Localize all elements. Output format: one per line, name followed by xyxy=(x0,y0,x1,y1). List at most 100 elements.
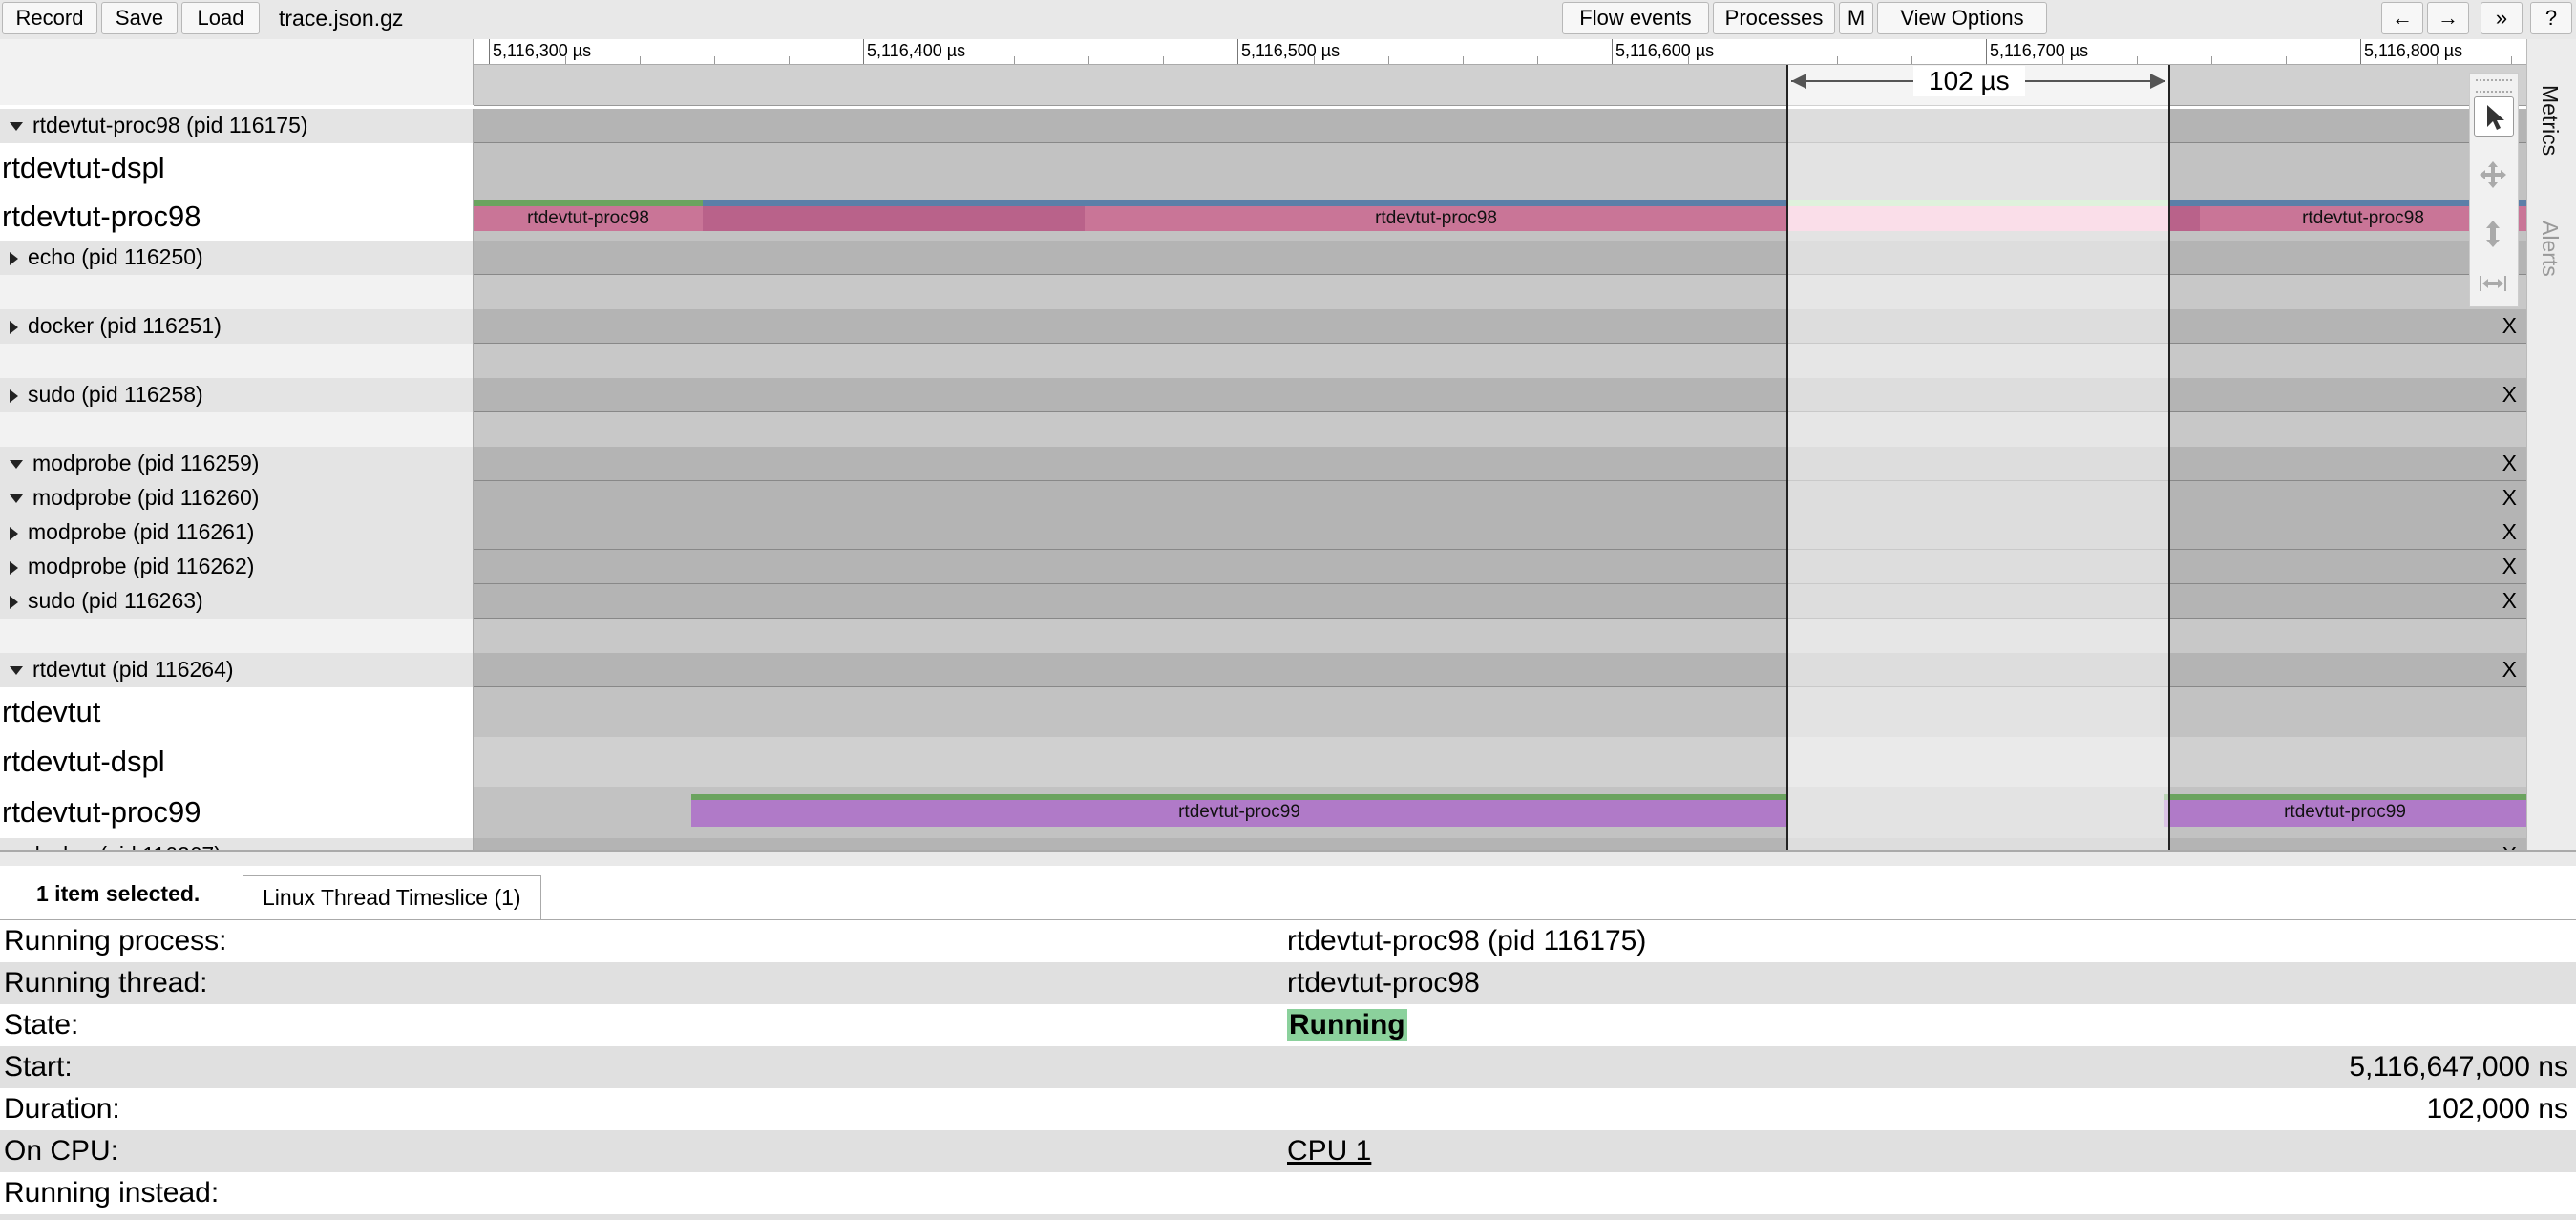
thread-label: rtdevtut-dspl xyxy=(0,737,474,787)
close-icon[interactable]: X xyxy=(2502,838,2517,850)
ruler-spacer xyxy=(0,39,474,105)
selection-boundary[interactable] xyxy=(1786,105,1788,850)
ruler-label: 5,116,800 µs xyxy=(2364,41,2463,60)
timing-mode-button[interactable] xyxy=(2474,264,2514,305)
detail-row-edge xyxy=(0,1214,2576,1220)
detail-row: Running instead: xyxy=(0,1172,2576,1214)
process-label: sudo (pid 116263) xyxy=(28,588,203,613)
thread-label: rtdevtut-proc99 xyxy=(0,787,474,838)
load-button[interactable]: Load xyxy=(181,2,260,34)
process-label: docker (pid 116267) xyxy=(28,842,222,850)
process-label: rtdevtut-proc98 (pid 116175) xyxy=(32,113,308,137)
process-label: modprobe (pid 116261) xyxy=(28,519,255,544)
process-label: docker (pid 116251) xyxy=(28,313,222,338)
major-tick xyxy=(863,39,864,64)
flow-events-button[interactable]: Flow events xyxy=(1562,2,1709,34)
timeslice[interactable]: rtdevtut-proc99 xyxy=(691,800,1787,827)
collapse-arrow-icon[interactable] xyxy=(10,251,18,265)
forward-button[interactable]: → xyxy=(2427,2,2469,34)
close-icon[interactable]: X xyxy=(2502,550,2517,582)
zoom-mode-button[interactable] xyxy=(2474,215,2514,255)
collapse-arrow-icon[interactable] xyxy=(10,560,18,575)
major-tick xyxy=(1612,39,1613,64)
measure-label: 102 µs xyxy=(1913,66,2025,96)
selection-mode-button[interactable] xyxy=(2474,96,2514,137)
palette-grip-icon[interactable] xyxy=(2476,79,2512,93)
cursor-arrow-icon xyxy=(2487,105,2504,130)
detail-label: Duration: xyxy=(4,1093,120,1125)
cpu-link[interactable]: CPU 1 xyxy=(1287,1130,1371,1172)
analysis-tabbar: 1 item selected. Linux Thread Timeslice … xyxy=(0,866,2576,920)
detail-value: rtdevtut-proc98 xyxy=(1287,967,1480,999)
detail-value: rtdevtut-proc98 (pid 116175) xyxy=(1287,925,1647,957)
collapse-arrow-icon[interactable] xyxy=(10,389,18,403)
close-icon[interactable]: X xyxy=(2502,447,2517,479)
selection-boundary xyxy=(1786,65,1788,105)
collapse-arrow-icon[interactable] xyxy=(10,320,18,334)
detail-label: Running instead: xyxy=(4,1177,220,1209)
process-label: modprobe (pid 116260) xyxy=(32,485,260,510)
major-tick xyxy=(1237,39,1238,64)
metrics-tab[interactable]: Metrics xyxy=(2537,85,2563,156)
thread-label: rtdevtut xyxy=(0,687,474,737)
major-tick xyxy=(489,39,490,64)
alerts-tab[interactable]: Alerts xyxy=(2537,221,2563,277)
collapse-arrow-icon[interactable] xyxy=(10,595,18,609)
state-badge: Running xyxy=(1287,1009,1407,1041)
help-button[interactable]: ? xyxy=(2530,2,2572,34)
track-view: rtdevtut-proc98 (pid 116175) rtdevtut-ds… xyxy=(0,105,2526,850)
close-icon[interactable]: X xyxy=(2502,378,2517,410)
view-options-button[interactable]: View Options xyxy=(1877,2,2047,34)
ruler-label: 5,116,400 µs xyxy=(867,41,966,60)
detail-row: Running process: rtdevtut-proc98 (pid 11… xyxy=(0,920,2576,962)
process-label: modprobe (pid 116262) xyxy=(28,554,255,578)
expand-arrow-icon[interactable] xyxy=(10,122,23,132)
arrow-left-icon xyxy=(1791,74,1806,89)
detail-label: Running thread: xyxy=(4,967,208,999)
timeslice[interactable]: rtdevtut-proc98 xyxy=(1085,206,1787,231)
detail-label: On CPU: xyxy=(4,1135,119,1167)
time-ruler: 5,116,300 µs 5,116,400 µs 5,116,500 µs 5… xyxy=(474,39,2526,65)
processes-button[interactable]: Processes xyxy=(1713,2,1835,34)
save-button[interactable]: Save xyxy=(101,2,178,34)
timeslice[interactable]: rtdevtut-proc98 xyxy=(474,206,703,231)
major-tick xyxy=(1986,39,1987,64)
selection-boundary xyxy=(2168,65,2170,105)
detail-value: 102,000 ns xyxy=(2426,1093,2568,1125)
detail-row: Start: 5,116,647,000 ns xyxy=(0,1046,2576,1088)
m-button[interactable]: M xyxy=(1839,2,1873,34)
expand-arrow-icon[interactable] xyxy=(10,494,23,504)
expand-arrow-icon[interactable] xyxy=(10,460,23,470)
timeslice[interactable]: rtdevtut-proc99 xyxy=(2164,800,2526,827)
ruler-label: 5,116,500 µs xyxy=(1241,41,1341,60)
expand-arrow-icon[interactable] xyxy=(10,666,23,676)
detail-label: State: xyxy=(4,1009,79,1041)
measurement-bar[interactable]: 102 µs xyxy=(474,65,2526,106)
close-icon[interactable]: X xyxy=(2502,481,2517,514)
collapse-arrow-icon[interactable] xyxy=(10,526,18,540)
process-label: modprobe (pid 116259) xyxy=(32,451,260,475)
pan-mode-button[interactable] xyxy=(2474,156,2514,196)
back-button[interactable]: ← xyxy=(2381,2,2423,34)
timeslice[interactable] xyxy=(703,206,1085,231)
detail-row: State: Running xyxy=(0,1004,2576,1046)
timing-icon xyxy=(2480,276,2506,291)
close-icon[interactable]: X xyxy=(2502,584,2517,617)
selection-boundary[interactable] xyxy=(2168,105,2170,850)
timeslice[interactable] xyxy=(2169,206,2200,231)
close-icon[interactable]: X xyxy=(2502,653,2517,685)
major-tick xyxy=(2360,39,2361,64)
thread-label: rtdevtut-proc98 xyxy=(0,193,474,241)
process-label: sudo (pid 116258) xyxy=(28,382,203,407)
more-button[interactable]: » xyxy=(2481,2,2523,34)
detail-value: 5,116,647,000 ns xyxy=(2349,1051,2568,1083)
close-icon[interactable]: X xyxy=(2502,515,2517,548)
trace-filename: trace.json.gz xyxy=(279,6,404,31)
zoom-vertical-icon xyxy=(2486,221,2500,247)
record-button[interactable]: Record xyxy=(2,2,97,34)
ruler-label: 5,116,700 µs xyxy=(1990,41,2089,60)
process-label: echo (pid 116250) xyxy=(28,244,203,269)
close-icon[interactable]: X xyxy=(2502,309,2517,342)
detail-label: Start: xyxy=(4,1051,73,1083)
tab-linux-thread-timeslice[interactable]: Linux Thread Timeslice (1) xyxy=(243,875,541,919)
